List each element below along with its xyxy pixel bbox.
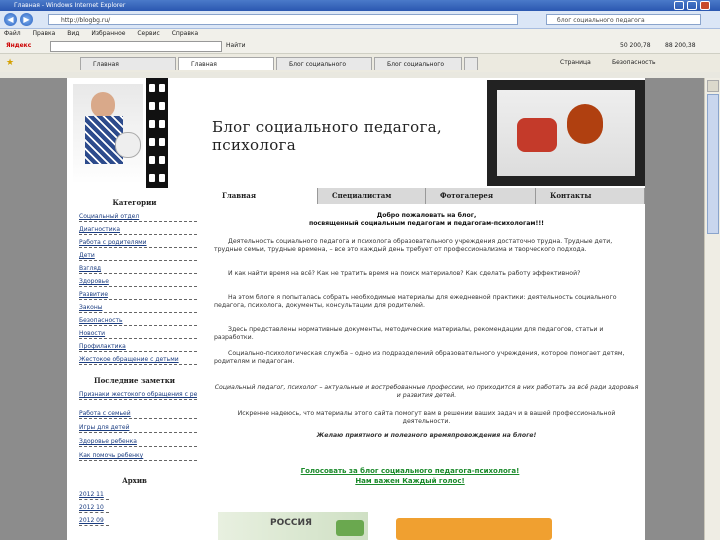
blog-title-line2: психолога xyxy=(212,136,296,154)
yandex-toolbar: Яндекс Найти 50 200,78 88 200,38 xyxy=(0,39,720,54)
paragraph-5: Социально-психологическая служба – одно … xyxy=(214,350,625,365)
sidebar: Категории Социальный отдел Диагностика Р… xyxy=(67,188,202,540)
category-link[interactable]: Профилактика xyxy=(79,343,197,352)
film-strip-right xyxy=(487,80,645,186)
latest-link[interactable]: Признаки жестокого обращения с ребенком xyxy=(79,391,197,400)
maximize-button[interactable] xyxy=(687,1,697,10)
tab-5[interactable]: Блог социального xyxy=(464,57,478,70)
category-link[interactable]: Развитие xyxy=(79,291,197,300)
category-link[interactable]: Работа с родителями xyxy=(79,239,197,248)
category-link[interactable]: Дети xyxy=(79,252,197,261)
category-link[interactable]: Диагностика xyxy=(79,226,197,235)
yandex-logo: Яндекс xyxy=(6,42,32,49)
minimize-button[interactable] xyxy=(674,1,684,10)
ball-icon xyxy=(115,132,141,158)
orange-banner[interactable] xyxy=(396,518,552,540)
boy-photo xyxy=(73,84,143,184)
menu-help[interactable]: Справка xyxy=(172,30,198,37)
russia-banner-text: РОССИЯ xyxy=(270,518,312,528)
category-link[interactable]: Жестокое обращение с детьми xyxy=(79,356,197,365)
vote-link[interactable]: Голосовать за блог социального педагога-… xyxy=(230,466,590,486)
tab-4[interactable]: Блог социального xyxy=(374,57,462,70)
nav-gallery[interactable]: Фотогалерея xyxy=(426,188,536,204)
category-link[interactable]: Социальный отдел xyxy=(79,213,197,222)
close-button[interactable] xyxy=(700,1,710,10)
category-link[interactable]: Новости xyxy=(79,330,197,339)
archive-heading: Архив xyxy=(122,476,147,485)
tab-3[interactable]: Блог социального xyxy=(276,57,372,70)
family-photo xyxy=(497,90,635,176)
forward-icon[interactable]: ▶ xyxy=(20,13,33,26)
menu-tools[interactable]: Сервис xyxy=(137,30,159,37)
welcome-line2: посвященный социальным педагогам и педаг… xyxy=(309,219,544,227)
paragraph-4: Здесь представлены нормативные документы… xyxy=(214,326,604,341)
yandex-search-button[interactable]: Найти xyxy=(226,39,245,53)
nav-specialists[interactable]: Специалистам xyxy=(318,188,426,204)
quote-text: Социальный педагог, психолог – актуальны… xyxy=(214,384,639,399)
menu-view[interactable]: Вид xyxy=(67,30,79,37)
window-title: Главная - Windows Internet Explorer xyxy=(14,2,126,9)
paragraph-1: Деятельность социального педагога и псих… xyxy=(214,238,613,253)
toolbar-count-1: 50 200,78 xyxy=(620,42,651,49)
latest-link[interactable]: Как помочь ребенку xyxy=(79,452,197,461)
search-input[interactable]: блог социального педагога xyxy=(546,14,701,25)
wish-text: Желаю приятного и полезного времяпровожд… xyxy=(316,432,537,439)
tab-1[interactable]: Главная xyxy=(80,57,176,70)
hope-text: Искренне надеюсь, что материалы этого са… xyxy=(237,410,616,425)
category-link[interactable]: Законы xyxy=(79,304,197,313)
banner-badge xyxy=(336,520,364,536)
categories-heading: Категории xyxy=(112,198,157,207)
favorites-star-icon[interactable]: ★ xyxy=(6,58,14,68)
latest-heading: Последние заметки xyxy=(94,376,175,385)
nav-home[interactable]: Главная xyxy=(208,188,318,204)
menu-bar: Файл Правка Вид Избранное Сервис Справка xyxy=(0,29,720,39)
vote-line2[interactable]: Нам важен Каждый голос! xyxy=(230,476,590,486)
latest-link[interactable]: Игры для детей xyxy=(79,424,197,433)
category-link[interactable]: Взгляд xyxy=(79,265,197,274)
menu-edit[interactable]: Правка xyxy=(33,30,56,37)
toolbar-count-2: 88 200,38 xyxy=(665,42,696,49)
vote-line1[interactable]: Голосовать за блог социального педагога-… xyxy=(230,466,590,476)
film-strip-left xyxy=(146,78,168,188)
vertical-scrollbar[interactable] xyxy=(704,78,720,540)
main-nav: Главная Специалистам Фотогалерея Контакт… xyxy=(208,188,645,204)
scroll-thumb[interactable] xyxy=(707,94,719,234)
menu-favorites[interactable]: Избранное xyxy=(91,30,125,37)
archive-link[interactable]: 2012 09 xyxy=(79,517,109,526)
back-icon[interactable]: ◀ xyxy=(4,13,17,26)
safety-menu[interactable]: Безопасность xyxy=(612,59,656,66)
url-input[interactable]: http://blogbg.ru/ xyxy=(48,14,518,25)
welcome-line1: Добро пожаловать на блог, xyxy=(376,212,477,219)
page-menu[interactable]: Страница xyxy=(560,59,591,66)
category-link[interactable]: Безопасность xyxy=(79,317,197,326)
scroll-up-icon[interactable] xyxy=(707,80,719,92)
nav-contacts[interactable]: Контакты xyxy=(536,188,645,204)
latest-link[interactable]: Здоровье ребенка xyxy=(79,438,197,447)
main-content: Добро пожаловать на блог, посвященный со… xyxy=(208,204,645,540)
tab-bar: ★ Главная Главная Блог социального Блог … xyxy=(0,54,720,73)
russia-banner[interactable]: РОССИЯ xyxy=(218,512,368,540)
blog-title: Блог социального педагога, психолога xyxy=(212,118,442,154)
welcome-heading: Добро пожаловать на блог, посвященный со… xyxy=(214,212,639,227)
yandex-search-input[interactable] xyxy=(50,41,222,52)
category-link[interactable]: Здоровье xyxy=(79,278,197,287)
archive-link[interactable]: 2012 11 xyxy=(79,491,109,500)
archive-link[interactable]: 2012 10 xyxy=(79,504,109,513)
paragraph-3: На этом блоге я попыталась собрать необх… xyxy=(214,294,617,309)
window-title-bar: Главная - Windows Internet Explorer xyxy=(0,0,720,11)
mother-figure xyxy=(567,104,603,144)
tab-2[interactable]: Главная xyxy=(178,57,274,70)
paragraph-2: И как найти время на всё? Как не тратить… xyxy=(228,270,581,277)
menu-file[interactable]: Файл xyxy=(4,30,21,37)
boy-head xyxy=(91,92,115,118)
latest-link[interactable]: Работа с семьей xyxy=(79,410,197,419)
child-figure xyxy=(517,118,557,152)
blog-title-line1: Блог социального педагога, xyxy=(212,118,442,136)
